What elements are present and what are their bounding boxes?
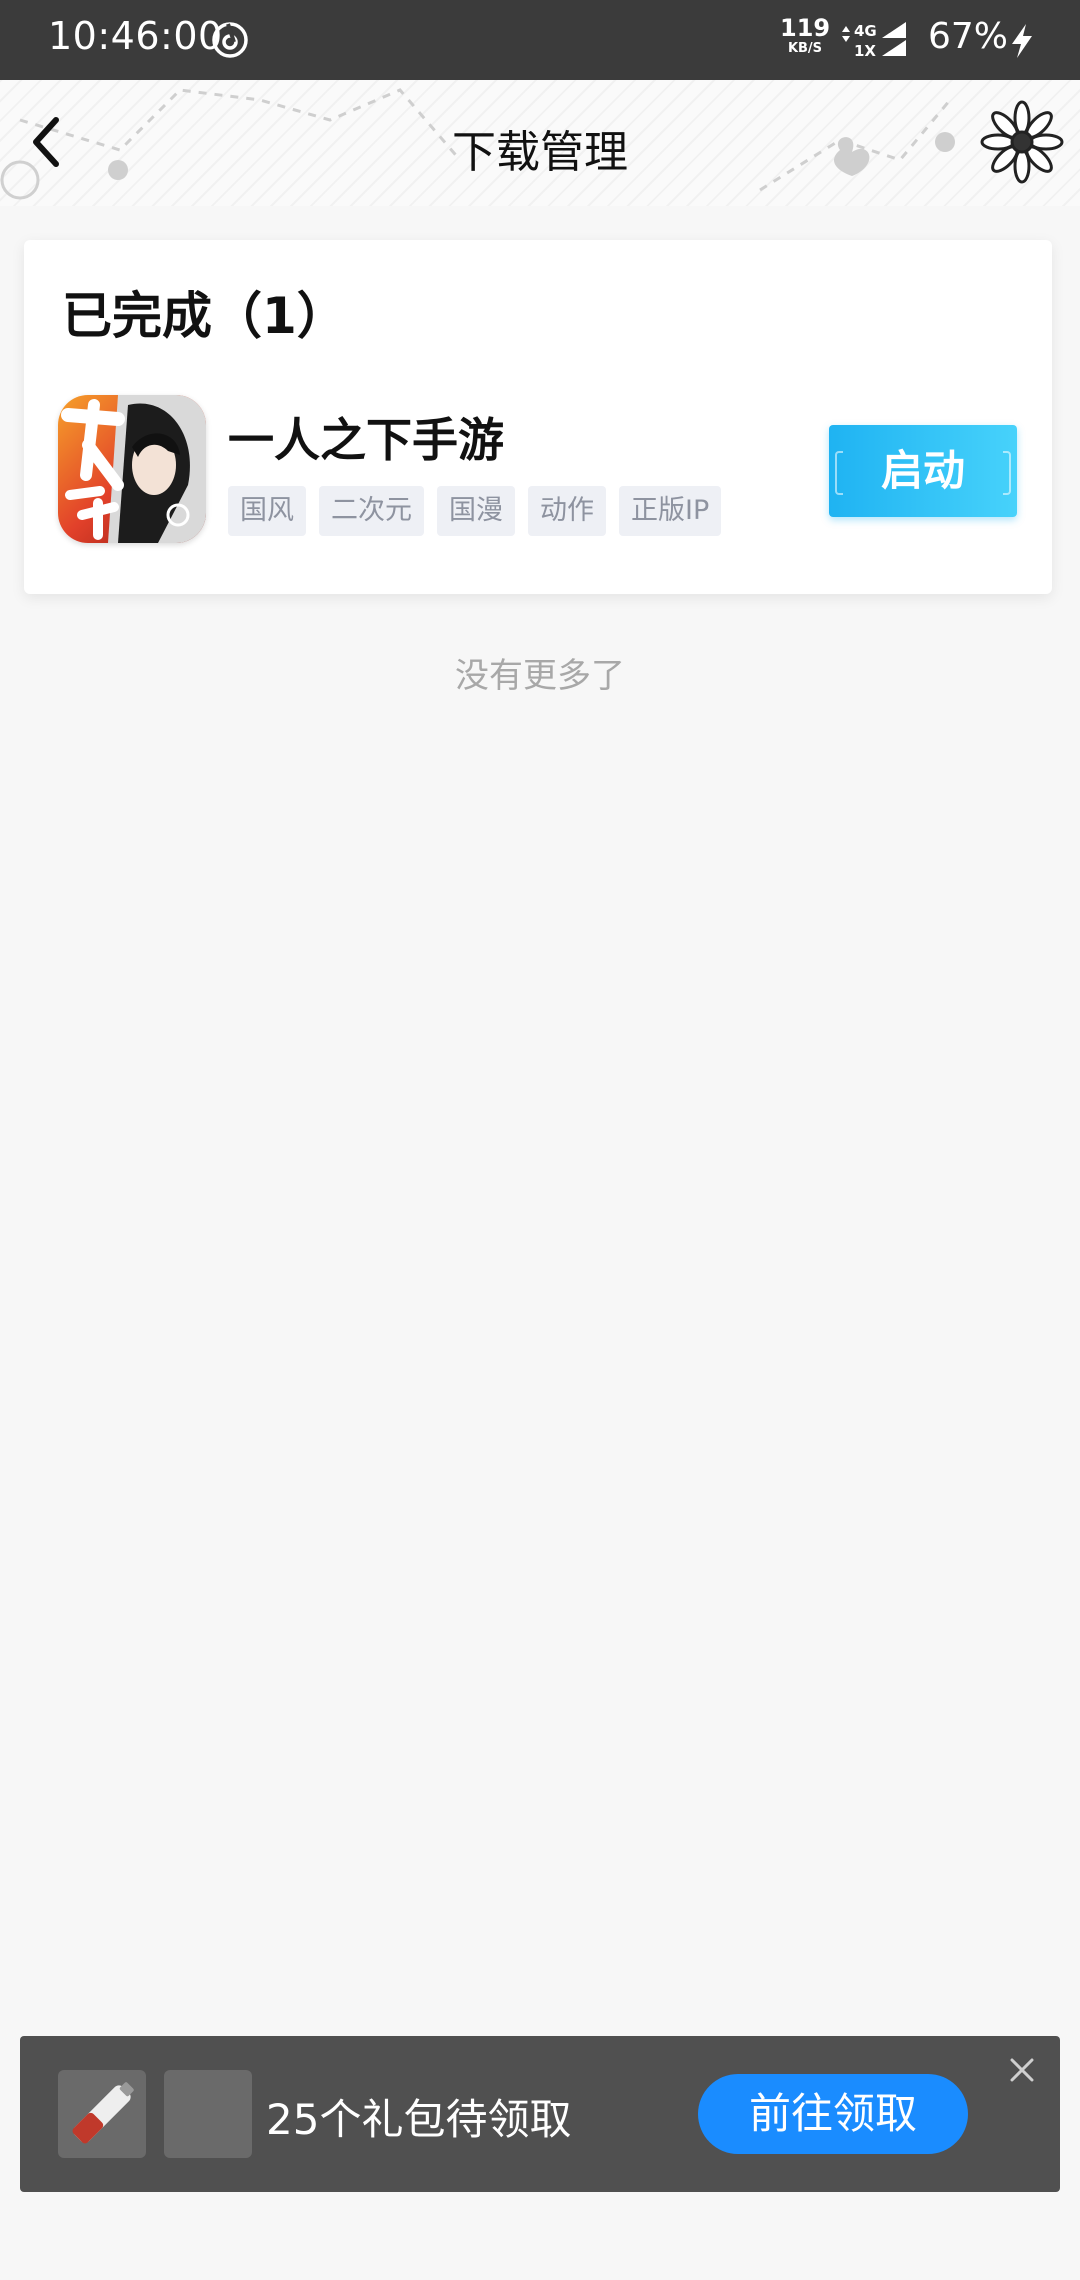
header-bar: 下载管理 bbox=[0, 80, 1080, 206]
status-time: 10:46:00 bbox=[48, 14, 223, 58]
game-tags: 国风 二次元 国漫 动作 正版IP bbox=[228, 486, 722, 536]
game-icon-art bbox=[58, 395, 206, 543]
launch-button[interactable]: 启动 bbox=[829, 425, 1017, 517]
network-speed: 119 KB/S bbox=[780, 16, 830, 55]
game-icon[interactable] bbox=[58, 395, 206, 543]
tag: 国风 bbox=[228, 486, 306, 536]
netease-music-icon bbox=[212, 22, 248, 58]
gift-item-icon bbox=[58, 2070, 146, 2158]
tag: 国漫 bbox=[437, 486, 515, 536]
network-type-bottom: 1X bbox=[854, 42, 876, 60]
page-title: 下载管理 bbox=[452, 127, 628, 178]
claim-gifts-button[interactable]: 前往领取 bbox=[698, 2074, 968, 2154]
section-title: 已完成（1） bbox=[62, 287, 347, 345]
network-speed-unit: KB/S bbox=[787, 41, 823, 56]
tag: 动作 bbox=[528, 486, 606, 536]
signal-icon: 4G 1X bbox=[842, 22, 906, 60]
status-bar: 10:46:00 119 KB/S 4G 1X 67% bbox=[0, 0, 1080, 80]
gift-item-placeholder bbox=[164, 2070, 252, 2158]
network-type-top: 4G bbox=[854, 22, 877, 40]
tag: 二次元 bbox=[319, 486, 424, 536]
tag: 正版IP bbox=[619, 486, 722, 536]
flower-icon[interactable] bbox=[980, 100, 1064, 184]
charging-icon bbox=[1012, 24, 1032, 58]
game-name[interactable]: 一人之下手游 bbox=[228, 404, 504, 470]
network-speed-value: 119 bbox=[780, 14, 831, 42]
completed-downloads-card: 已完成（1） 一人之下手游 国风 二次元 国漫 动作 正版IP 启动 bbox=[24, 240, 1052, 594]
potion-icon bbox=[72, 2082, 134, 2144]
gift-count-text: 25个礼包待领取 bbox=[266, 2095, 572, 2144]
no-more-text: 没有更多了 bbox=[455, 656, 625, 696]
battery-percent: 67% bbox=[928, 16, 1009, 57]
close-icon[interactable] bbox=[1002, 2050, 1042, 2090]
gift-banner: 25个礼包待领取 前往领取 bbox=[20, 2036, 1060, 2192]
